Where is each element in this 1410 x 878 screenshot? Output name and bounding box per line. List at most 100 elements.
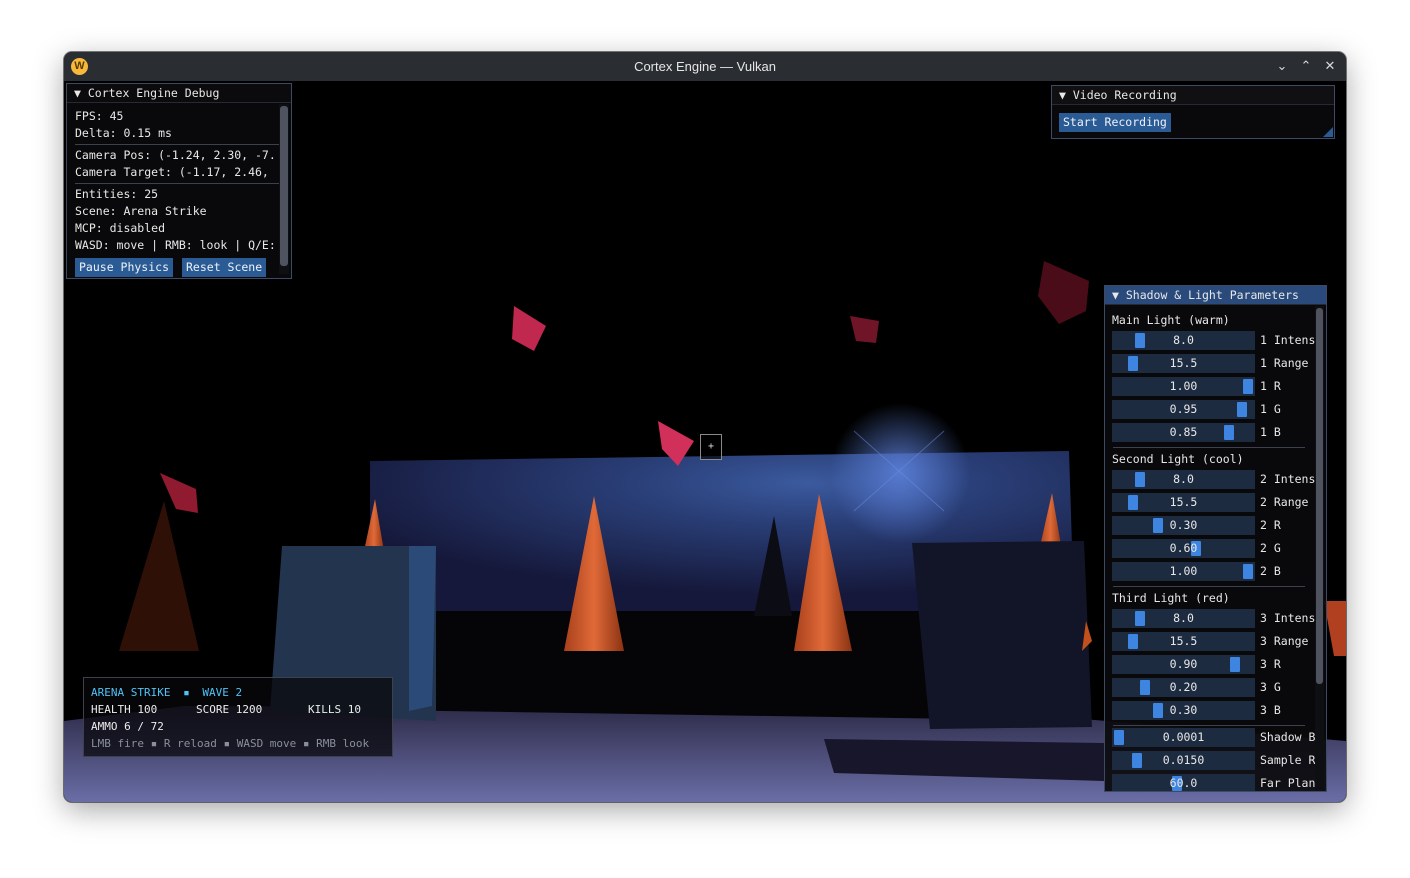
- mcp-readout: MCP: disabled: [75, 221, 166, 235]
- light-panel-header[interactable]: ▼ Shadow & Light Parameters: [1105, 286, 1326, 305]
- slider-row[interactable]: 0.85 1 B: [1112, 423, 1322, 442]
- wave-label: WAVE 2: [202, 686, 243, 699]
- slider-row[interactable]: 0.30 3 B: [1112, 701, 1322, 720]
- slider-row[interactable]: 8.0 3 Intens: [1112, 609, 1322, 628]
- slider-value: 15.5: [1169, 356, 1198, 370]
- slider-track[interactable]: 0.30: [1112, 516, 1255, 535]
- maximize-icon[interactable]: ⌃: [1297, 57, 1315, 75]
- slider-track[interactable]: 0.0001: [1112, 728, 1255, 747]
- debug-panel[interactable]: ▼ Cortex Engine Debug FPS: 45 Delta: 0.1…: [66, 83, 292, 279]
- reset-scene-button[interactable]: Reset Scene: [182, 258, 267, 277]
- slider-label: 2 G: [1260, 541, 1281, 555]
- health-label: HEALTH 100: [91, 703, 158, 716]
- slider-value: 0.90: [1169, 657, 1198, 671]
- slider-label: 3 B: [1260, 703, 1281, 717]
- slider-track[interactable]: 0.30: [1112, 701, 1255, 720]
- slider-track[interactable]: 15.5: [1112, 354, 1255, 373]
- kills-label: KILLS 10: [308, 703, 361, 716]
- slider-value: 0.0150: [1162, 753, 1205, 767]
- slider-row[interactable]: 15.5 3 Range: [1112, 632, 1322, 651]
- slider-label: Shadow B: [1260, 730, 1316, 744]
- divider: [1113, 586, 1305, 587]
- close-icon[interactable]: ✕: [1321, 57, 1339, 75]
- slider-value: 8.0: [1173, 472, 1194, 486]
- slider-track[interactable]: 0.85: [1112, 423, 1255, 442]
- slider-track[interactable]: 60.0: [1112, 774, 1255, 791]
- slider-value: 1.00: [1169, 564, 1198, 578]
- slider-label: 2 R: [1260, 518, 1281, 532]
- slider-label: 2 Range: [1260, 495, 1309, 509]
- slider-value: 0.30: [1169, 518, 1198, 532]
- slider-value: 0.85: [1169, 425, 1198, 439]
- light-section-title: Third Light (red): [1112, 591, 1230, 605]
- game-hud: ARENA STRIKE ▪ WAVE 2 HEALTH 100 SCORE 1…: [83, 677, 393, 757]
- minimize-icon[interactable]: ⌄: [1273, 57, 1291, 75]
- slider-label: 1 B: [1260, 425, 1281, 439]
- slider-track[interactable]: 0.20: [1112, 678, 1255, 697]
- slider-row[interactable]: 60.0 Far Plan: [1112, 774, 1322, 791]
- slider-track[interactable]: 15.5: [1112, 632, 1255, 651]
- game-viewport[interactable]: + ▼ Cortex Engine Debug FPS: 45 Delta: 0…: [64, 81, 1346, 802]
- slider-label: Sample R: [1260, 753, 1316, 767]
- slider-row[interactable]: 0.20 3 G: [1112, 678, 1322, 697]
- slider-row[interactable]: 0.90 3 R: [1112, 655, 1322, 674]
- slider-track[interactable]: 15.5: [1112, 493, 1255, 512]
- crosshair-icon: +: [700, 434, 722, 460]
- slider-track[interactable]: 0.95: [1112, 400, 1255, 419]
- video-recording-panel[interactable]: ▼ Video Recording Start Recording: [1051, 85, 1335, 139]
- light-section-title: Main Light (warm): [1112, 313, 1230, 327]
- title-bar[interactable]: W Cortex Engine — Vulkan ⌄ ⌃ ✕: [64, 52, 1346, 81]
- slider-track[interactable]: 1.00: [1112, 377, 1255, 396]
- hud-title-row: ARENA STRIKE ▪ WAVE 2: [91, 685, 242, 701]
- slider-track[interactable]: 8.0: [1112, 331, 1255, 350]
- slider-track[interactable]: 8.0: [1112, 609, 1255, 628]
- slider-row[interactable]: 0.0001 Shadow B: [1112, 728, 1322, 747]
- window-title: Cortex Engine — Vulkan: [634, 59, 776, 74]
- slider-row[interactable]: 0.0150 Sample R: [1112, 751, 1322, 770]
- slider-track[interactable]: 1.00: [1112, 562, 1255, 581]
- slider-row[interactable]: 0.95 1 G: [1112, 400, 1322, 419]
- slider-value: 60.0: [1169, 776, 1198, 790]
- slider-value: 0.0001: [1162, 730, 1205, 744]
- light-section-title: Second Light (cool): [1112, 452, 1244, 466]
- slider-row[interactable]: 15.5 2 Range: [1112, 493, 1322, 512]
- slider-value: 0.20: [1169, 680, 1198, 694]
- resize-grip-icon[interactable]: [1323, 127, 1333, 137]
- divider: [1113, 725, 1305, 726]
- pause-physics-button[interactable]: Pause Physics: [75, 258, 174, 277]
- slider-row[interactable]: 1.00 2 B: [1112, 562, 1322, 581]
- slider-label: 1 G: [1260, 402, 1281, 416]
- slider-track[interactable]: 8.0: [1112, 470, 1255, 489]
- ammo-label: AMMO 6 / 72: [91, 720, 164, 733]
- start-recording-button[interactable]: Start Recording: [1059, 113, 1171, 132]
- slider-value: 0.95: [1169, 402, 1198, 416]
- slider-row[interactable]: 0.30 2 R: [1112, 516, 1322, 535]
- slider-row[interactable]: 8.0 1 Intens: [1112, 331, 1322, 350]
- slider-row[interactable]: 15.5 1 Range: [1112, 354, 1322, 373]
- divider: [75, 183, 283, 184]
- bullet-icon: ▪: [183, 686, 190, 699]
- video-panel-header[interactable]: ▼ Video Recording: [1052, 86, 1334, 105]
- slider-track[interactable]: 0.90: [1112, 655, 1255, 674]
- debug-scrollbar[interactable]: [279, 104, 289, 274]
- score-label: SCORE 1200: [196, 703, 263, 716]
- slider-label: 1 R: [1260, 379, 1281, 393]
- camera-pos-readout: Camera Pos: (-1.24, 2.30, -7.: [75, 148, 276, 162]
- slider-track[interactable]: 0.60: [1112, 539, 1255, 558]
- slider-label: Far Plan: [1260, 776, 1316, 790]
- slider-row[interactable]: 0.60 2 G: [1112, 539, 1322, 558]
- slider-row[interactable]: 1.00 1 R: [1112, 377, 1322, 396]
- app-window: W Cortex Engine — Vulkan ⌄ ⌃ ✕ + ▼ Corte…: [64, 52, 1346, 802]
- debug-panel-header[interactable]: ▼ Cortex Engine Debug: [67, 84, 291, 103]
- slider-row[interactable]: 8.0 2 Intens: [1112, 470, 1322, 489]
- slider-label: 1 Range: [1260, 356, 1309, 370]
- slider-track[interactable]: 0.0150: [1112, 751, 1255, 770]
- slider-label: 2 Intens: [1260, 472, 1316, 486]
- scrollbar-grab[interactable]: [280, 106, 288, 266]
- shadow-light-panel[interactable]: ▼ Shadow & Light Parameters Main Light (…: [1104, 285, 1327, 792]
- slider-label: 3 Range: [1260, 634, 1309, 648]
- controls-hint: LMB fire ▪ R reload ▪ WASD move ▪ RMB lo…: [91, 737, 370, 750]
- slider-value: 15.5: [1169, 495, 1198, 509]
- scrollbar-grab[interactable]: [1316, 308, 1323, 684]
- light-panel-scrollbar[interactable]: [1315, 306, 1324, 790]
